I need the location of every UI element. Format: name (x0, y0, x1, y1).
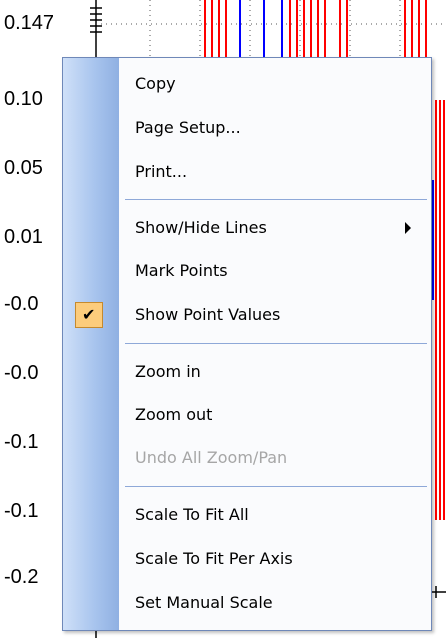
menu-item-show-hide-lines[interactable]: Show/Hide Lines (119, 211, 431, 245)
y-tick-label: -0.0 (4, 362, 39, 384)
menu-item-label: Page Setup... (135, 118, 241, 137)
menu-item-set-manual-scale[interactable]: Set Manual Scale (119, 586, 431, 620)
menu-item-label: Copy (135, 74, 176, 93)
menu-item-label: Scale To Fit All (135, 505, 249, 524)
menu-item-copy[interactable]: Copy (119, 67, 431, 101)
menu-item-page-setup[interactable]: Page Setup... (119, 111, 431, 145)
menu-item-zoom-in[interactable]: Zoom in (119, 355, 431, 389)
y-tick-label: -0.0 (4, 293, 39, 315)
menu-item-label: Undo All Zoom/Pan (135, 448, 288, 467)
y-tick-label: 0.05 (4, 157, 43, 179)
menu-item-label: Mark Points (135, 261, 228, 280)
menu-separator (125, 199, 427, 200)
menu-separator (125, 343, 427, 344)
menu-item-label: Set Manual Scale (135, 593, 273, 612)
y-tick-label: -0.1 (4, 500, 39, 522)
context-menu: Copy Page Setup... Print... Show/Hide Li… (62, 57, 432, 631)
menu-item-print[interactable]: Print... (119, 155, 431, 189)
menu-item-label: Print... (135, 162, 188, 181)
y-tick-label: -0.2 (4, 566, 39, 588)
menu-item-label: Scale To Fit Per Axis (135, 549, 293, 568)
menu-item-scale-to-fit-per-axis[interactable]: Scale To Fit Per Axis (119, 542, 431, 576)
plot-gridlines (90, 0, 446, 60)
menu-item-label: Zoom in (135, 362, 201, 381)
menu-item-zoom-out[interactable]: Zoom out (119, 398, 431, 432)
y-tick-label: 0.01 (4, 226, 43, 248)
menu-icon-strip (63, 58, 119, 630)
menu-item-show-point-values[interactable]: Show Point Values (119, 298, 431, 332)
menu-item-label: Zoom out (135, 405, 213, 424)
y-tick-label: 0.147 (4, 12, 55, 34)
menu-item-mark-points[interactable]: Mark Points (119, 254, 431, 288)
menu-item-scale-to-fit-all[interactable]: Scale To Fit All (119, 498, 431, 532)
menu-separator (125, 486, 427, 487)
y-tick-label: -0.1 (4, 431, 39, 453)
submenu-arrow-icon (405, 222, 411, 234)
checkmark-icon: ✔ (82, 305, 96, 324)
menu-item-undo-all-zoom-pan: Undo All Zoom/Pan (119, 441, 431, 475)
menu-item-label: Show/Hide Lines (135, 218, 267, 237)
y-tick-label: 0.10 (4, 88, 43, 110)
menu-item-label: Show Point Values (135, 305, 281, 324)
checked-indicator: ✔ (75, 302, 103, 328)
